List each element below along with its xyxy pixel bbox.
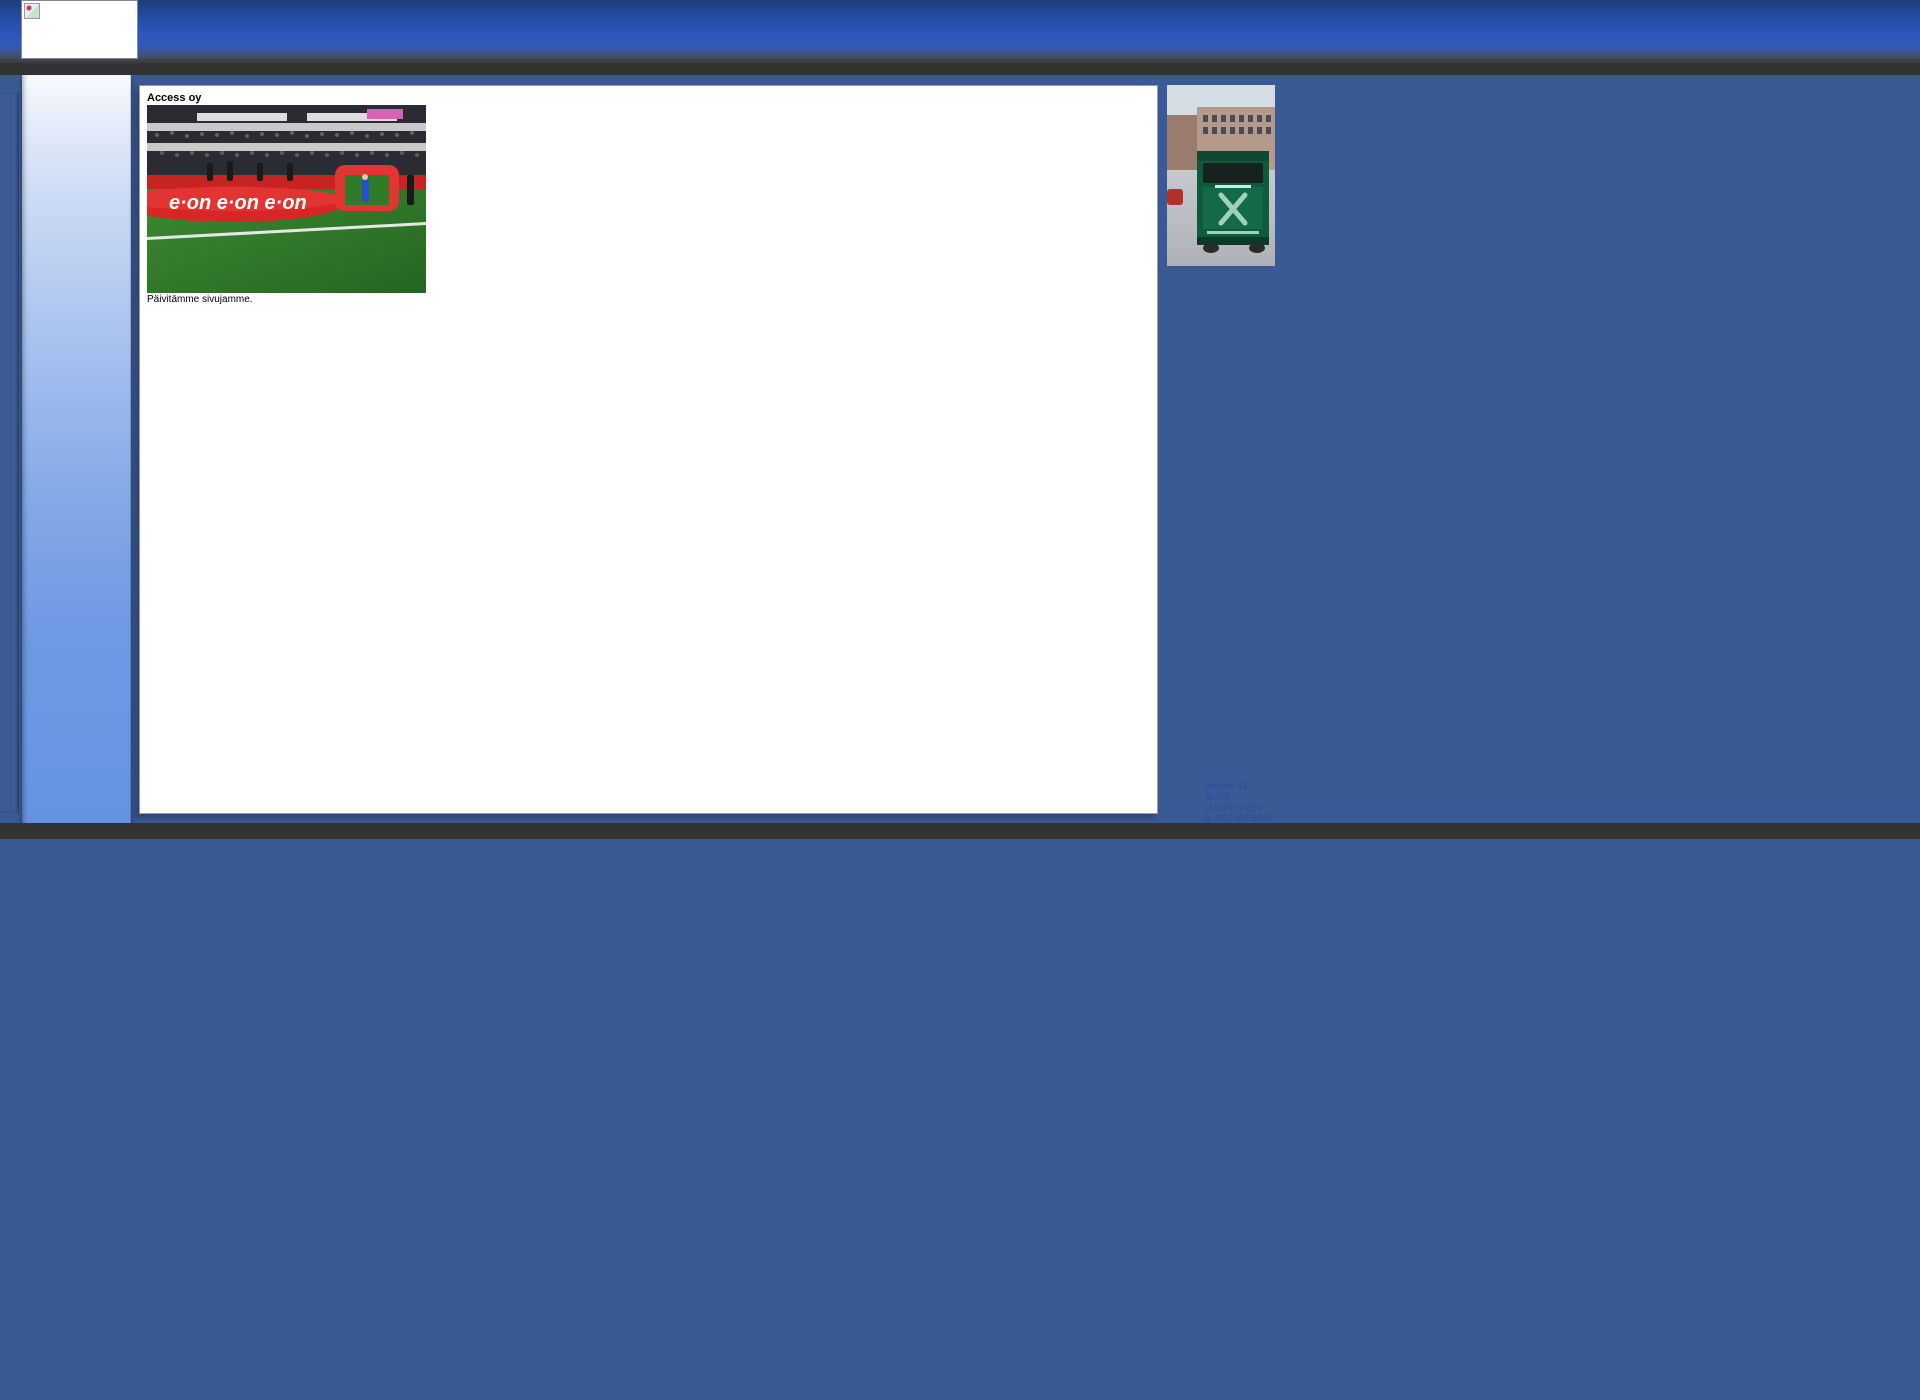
header-banner [0,0,1920,63]
right-image [1167,85,1275,266]
sidebar-gradient-panel [22,75,131,823]
content-image: e·on e·on e·on [147,105,426,293]
contact-block: Retkitie 13 36760 LUOPIOINEN p. (02) 487… [1167,781,1275,824]
header-underline [0,63,1920,75]
left-sidebar [0,75,131,823]
contact-street: Retkitie 13 [1205,781,1275,792]
sidebar-left-edge [0,93,19,813]
right-column: Retkitie 13 36760 LUOPIOINEN p. (02) 487… [1167,85,1275,824]
content-body: Päivitämme sivujamme. [147,294,1150,305]
content-title: Access oy [147,92,1150,104]
broken-image-icon [21,0,138,59]
contact-city: 36760 LUOPIOINEN [1205,792,1275,814]
main-wrap: Access oy [0,75,1920,839]
svg-text:e·on e·on e·on: e·on e·on e·on [169,192,307,214]
content-panel: Access oy [139,85,1158,814]
footer-bar [0,823,1920,839]
